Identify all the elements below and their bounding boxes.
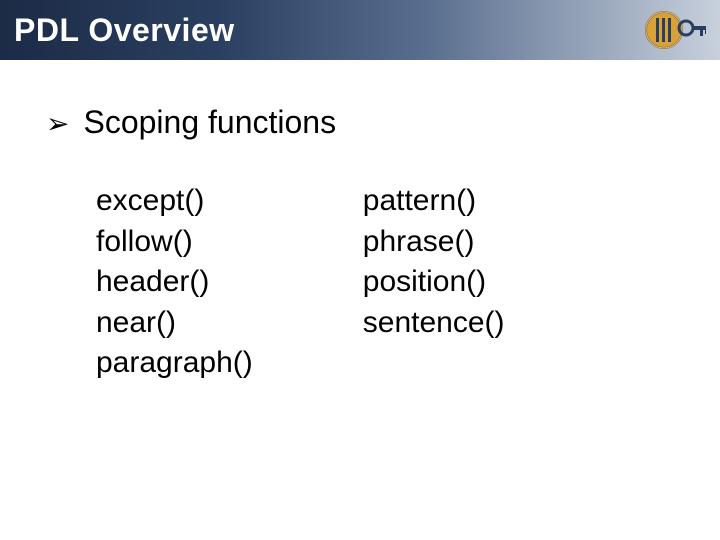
function-name: header()	[96, 262, 253, 303]
function-name: pattern()	[363, 181, 505, 222]
function-name: except()	[96, 181, 253, 222]
function-name: follow()	[96, 222, 253, 263]
logo-icon	[634, 6, 706, 54]
slide-body: ➢ Scoping functions except() follow() he…	[0, 60, 720, 384]
function-name: position()	[363, 262, 505, 303]
function-name: sentence()	[363, 303, 505, 344]
function-column-right: pattern() phrase() position() sentence()	[363, 181, 505, 384]
function-name: paragraph()	[96, 343, 253, 384]
page-title: PDL Overview	[14, 12, 235, 49]
function-name: phrase()	[363, 222, 505, 263]
function-name: near()	[96, 303, 253, 344]
function-columns: except() follow() header() near() paragr…	[96, 181, 680, 384]
bullet-text: Scoping functions	[83, 104, 336, 141]
bullet-marker: ➢	[46, 110, 69, 138]
title-bar: PDL Overview	[0, 0, 720, 60]
function-column-left: except() follow() header() near() paragr…	[96, 181, 253, 384]
bullet-item: ➢ Scoping functions	[46, 104, 680, 141]
